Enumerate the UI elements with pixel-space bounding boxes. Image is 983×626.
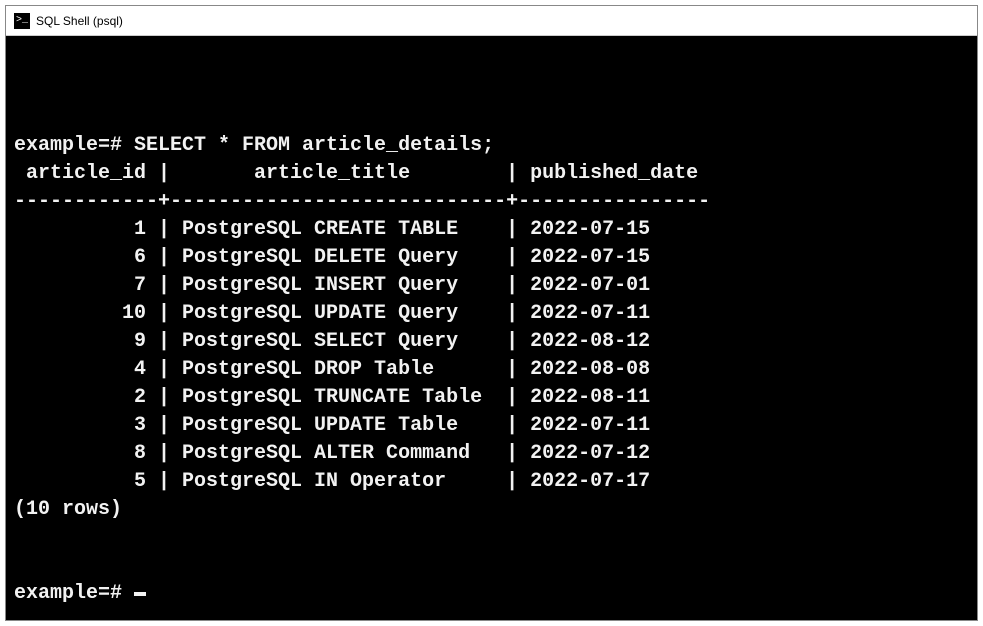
title-bar[interactable]: >_ SQL Shell (psql) <box>6 6 977 36</box>
terminal-line: 2 | PostgreSQL TRUNCATE Table | 2022-08-… <box>14 384 969 412</box>
prompt-text: example=# <box>14 582 134 605</box>
terminal-line <box>14 552 969 580</box>
terminal-output[interactable]: example=# SELECT * FROM article_details;… <box>6 36 977 620</box>
terminal-line: article_id | article_title | published_d… <box>14 160 969 188</box>
terminal-line: 10 | PostgreSQL UPDATE Query | 2022-07-1… <box>14 300 969 328</box>
terminal-line: 9 | PostgreSQL SELECT Query | 2022-08-12 <box>14 328 969 356</box>
terminal-line: 3 | PostgreSQL UPDATE Table | 2022-07-11 <box>14 412 969 440</box>
terminal-line: 8 | PostgreSQL ALTER Command | 2022-07-1… <box>14 440 969 468</box>
prompt-line[interactable]: example=# <box>14 580 969 608</box>
terminal-line: 7 | PostgreSQL INSERT Query | 2022-07-01 <box>14 272 969 300</box>
terminal-line: 1 | PostgreSQL CREATE TABLE | 2022-07-15 <box>14 216 969 244</box>
window-title: SQL Shell (psql) <box>36 14 123 28</box>
terminal-line: (10 rows) <box>14 496 969 524</box>
terminal-line <box>14 524 969 552</box>
terminal-icon: >_ <box>14 13 30 29</box>
terminal-line: 4 | PostgreSQL DROP Table | 2022-08-08 <box>14 356 969 384</box>
terminal-line: example=# SELECT * FROM article_details; <box>14 132 969 160</box>
terminal-line: 6 | PostgreSQL DELETE Query | 2022-07-15 <box>14 244 969 272</box>
cursor <box>134 592 146 596</box>
terminal-line: 5 | PostgreSQL IN Operator | 2022-07-17 <box>14 468 969 496</box>
app-window: >_ SQL Shell (psql) example=# SELECT * F… <box>5 5 978 621</box>
terminal-line: ------------+---------------------------… <box>14 188 969 216</box>
terminal-line <box>14 104 969 132</box>
